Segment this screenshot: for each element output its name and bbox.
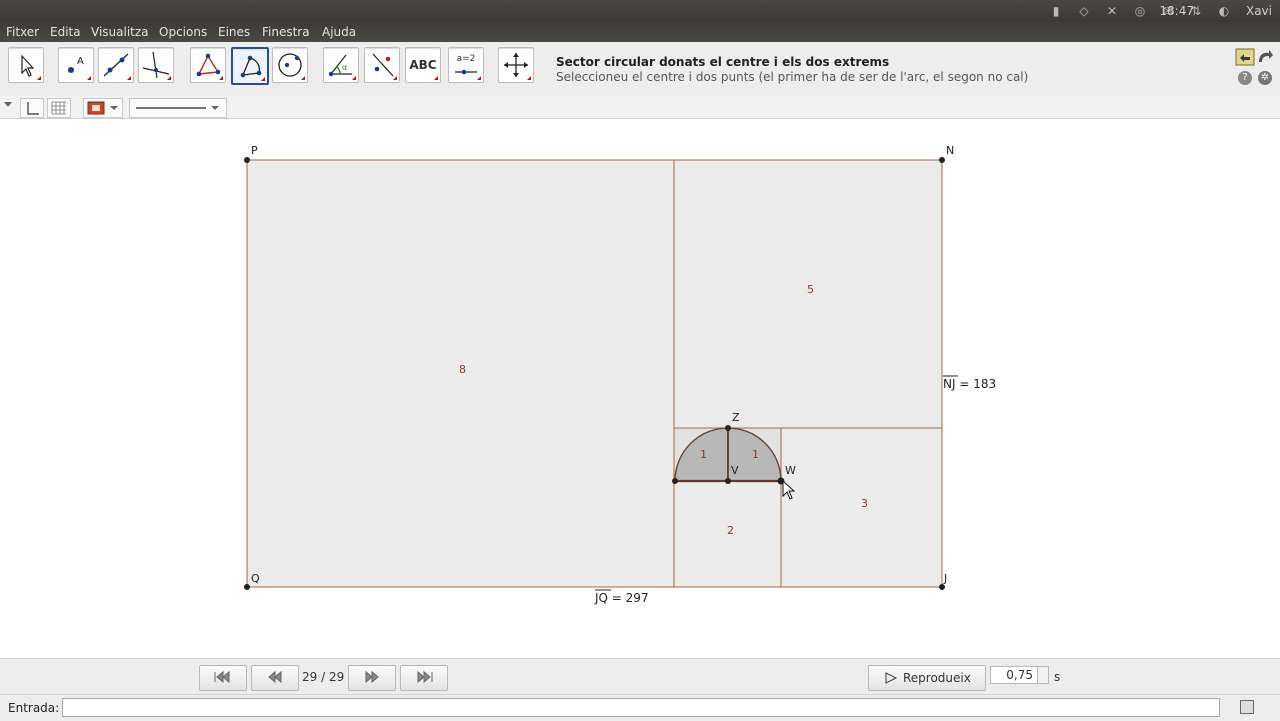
golden-rectangles bbox=[246, 159, 943, 588]
label-point-p: P bbox=[251, 144, 258, 157]
label-point-v: V bbox=[731, 464, 739, 477]
measure-nj[interactable]: NJ = 183 bbox=[943, 377, 996, 391]
point-v[interactable] bbox=[725, 478, 731, 484]
label-point-j: J bbox=[943, 572, 947, 585]
style-bar bbox=[0, 96, 1280, 119]
play-button-label: Reprodueix bbox=[903, 671, 971, 685]
polygon-tool-button[interactable] bbox=[190, 47, 226, 83]
grid-icon bbox=[51, 101, 66, 115]
construction-protocol-navigation: 29 / 29 Reprodueix s bbox=[0, 658, 1280, 695]
previous-step-button[interactable] bbox=[251, 665, 299, 691]
command-input[interactable] bbox=[62, 698, 1220, 717]
menu-item-visualitza[interactable]: Visualitza bbox=[91, 25, 149, 39]
line-tool-button[interactable] bbox=[98, 47, 134, 83]
reflect-tool-button[interactable] bbox=[364, 47, 400, 83]
previous-step-icon bbox=[268, 670, 282, 684]
menu-item-eines[interactable]: Eines bbox=[218, 25, 250, 39]
label-style-dropdown[interactable] bbox=[83, 98, 123, 118]
next-step-icon bbox=[365, 670, 379, 684]
toggle-grid-button[interactable] bbox=[47, 98, 71, 118]
collapse-stylebar-icon[interactable] bbox=[4, 102, 12, 107]
undo-icon bbox=[1235, 48, 1255, 66]
menu-item-edita[interactable]: Edita bbox=[50, 25, 81, 39]
speed-unit: s bbox=[1054, 670, 1061, 684]
last-step-button[interactable] bbox=[400, 665, 448, 691]
region-label-3: 3 bbox=[861, 497, 868, 510]
toolbar: A α ABC a=2 Sector circular donats el ce… bbox=[0, 42, 1280, 97]
point-tool-button[interactable]: A bbox=[58, 47, 94, 83]
angle-tool-button[interactable]: α bbox=[323, 47, 359, 83]
first-step-icon bbox=[214, 670, 230, 684]
region-label-2: 2 bbox=[727, 524, 734, 537]
system-tray: ▮ ◇ ✕ ◎ ✉ ⇅ ◐ bbox=[1048, 3, 1232, 19]
bluetooth-icon[interactable]: ✕ bbox=[1104, 3, 1120, 19]
settings-icon[interactable]: ◎ bbox=[1132, 3, 1148, 19]
region-label-5: 5 bbox=[807, 283, 814, 296]
menu-item-ajuda[interactable]: Ajuda bbox=[322, 25, 356, 39]
axes-icon bbox=[27, 102, 39, 115]
label-point-z: Z bbox=[732, 411, 740, 424]
virtual-keyboard-icon[interactable] bbox=[1240, 700, 1254, 714]
label-point-w: W bbox=[785, 464, 796, 477]
line-style-dropdown[interactable] bbox=[129, 98, 227, 118]
help-icon[interactable]: ? bbox=[1238, 71, 1252, 85]
circle-tool-button[interactable] bbox=[272, 47, 308, 83]
point-q[interactable] bbox=[244, 584, 250, 590]
menu-item-finestra[interactable]: Finestra bbox=[262, 25, 310, 39]
speed-input[interactable] bbox=[990, 666, 1038, 684]
perpendicular-tool-button[interactable] bbox=[138, 47, 174, 83]
next-step-button[interactable] bbox=[348, 665, 396, 691]
gear-icon[interactable]: ✲ bbox=[1258, 71, 1272, 85]
system-top-bar: ▮ ◇ ✕ ◎ ✉ ⇅ ◐ 18:47 Xavi bbox=[0, 0, 1280, 22]
slider-tool-label: a=2 bbox=[456, 54, 476, 64]
point-p[interactable] bbox=[244, 157, 250, 163]
menu-item-fitxer[interactable]: Fitxer bbox=[6, 25, 39, 39]
text-tool-label: ABC bbox=[409, 58, 437, 72]
play-button[interactable]: Reprodueix bbox=[868, 665, 986, 691]
speed-stepper[interactable] bbox=[990, 666, 1050, 686]
point-left-end[interactable] bbox=[672, 478, 678, 484]
label-point-n: N bbox=[946, 144, 954, 157]
menu-item-opcions[interactable]: Opcions bbox=[159, 25, 207, 39]
region-label-1-right: 1 bbox=[752, 448, 759, 461]
slider-tool-button[interactable]: a=2 bbox=[448, 47, 484, 83]
label-style-icon bbox=[87, 101, 118, 115]
redo-icon bbox=[1259, 50, 1273, 62]
svg-text:A: A bbox=[77, 56, 84, 67]
measure-jq[interactable]: JQ = 297 bbox=[594, 591, 649, 605]
input-label: Entrada: bbox=[8, 701, 60, 715]
step-counter: 29 / 29 bbox=[302, 670, 345, 684]
active-tool-description: Seleccioneu el centre i dos punts (el pr… bbox=[556, 70, 1029, 84]
circular-sector-tool-button[interactable] bbox=[231, 47, 269, 85]
line-style-icon bbox=[136, 106, 219, 110]
play-icon bbox=[885, 672, 897, 684]
input-bar: Entrada: bbox=[0, 694, 1280, 721]
speed-spinner[interactable] bbox=[1037, 666, 1049, 684]
toggle-axes-button[interactable] bbox=[20, 98, 44, 118]
region-label-1-left: 1 bbox=[700, 448, 707, 461]
system-clock[interactable]: 18:47 bbox=[1159, 4, 1194, 18]
construction-drawing[interactable]: P N Q J Z W V 8 5 3 2 1 1 NJ = 183 JQ = … bbox=[0, 119, 1280, 657]
move-view-tool-button[interactable] bbox=[498, 47, 534, 83]
svg-text:α: α bbox=[342, 63, 347, 72]
graphics-view[interactable]: P N Q J Z W V 8 5 3 2 1 1 NJ = 183 JQ = … bbox=[0, 119, 1280, 657]
text-tool-button[interactable]: ABC bbox=[405, 47, 441, 83]
move-tool-button[interactable] bbox=[8, 47, 44, 83]
point-z[interactable] bbox=[725, 425, 731, 431]
undo-button[interactable] bbox=[1234, 46, 1256, 68]
label-point-q: Q bbox=[251, 572, 260, 585]
battery-icon[interactable]: ▮ bbox=[1048, 3, 1064, 19]
region-label-8: 8 bbox=[459, 363, 466, 376]
last-step-icon bbox=[417, 670, 433, 684]
first-step-button[interactable] bbox=[199, 665, 247, 691]
network-icon[interactable]: ◇ bbox=[1076, 3, 1092, 19]
menu-bar: Fitxer Edita Visualitza Opcions Eines Fi… bbox=[0, 22, 1280, 42]
user-menu[interactable]: Xavi bbox=[1246, 4, 1272, 18]
active-tool-title: Sector circular donats el centre i els d… bbox=[556, 55, 890, 69]
volume-icon[interactable]: ◐ bbox=[1216, 3, 1232, 19]
point-n[interactable] bbox=[939, 157, 945, 163]
redo-button[interactable] bbox=[1256, 46, 1278, 68]
